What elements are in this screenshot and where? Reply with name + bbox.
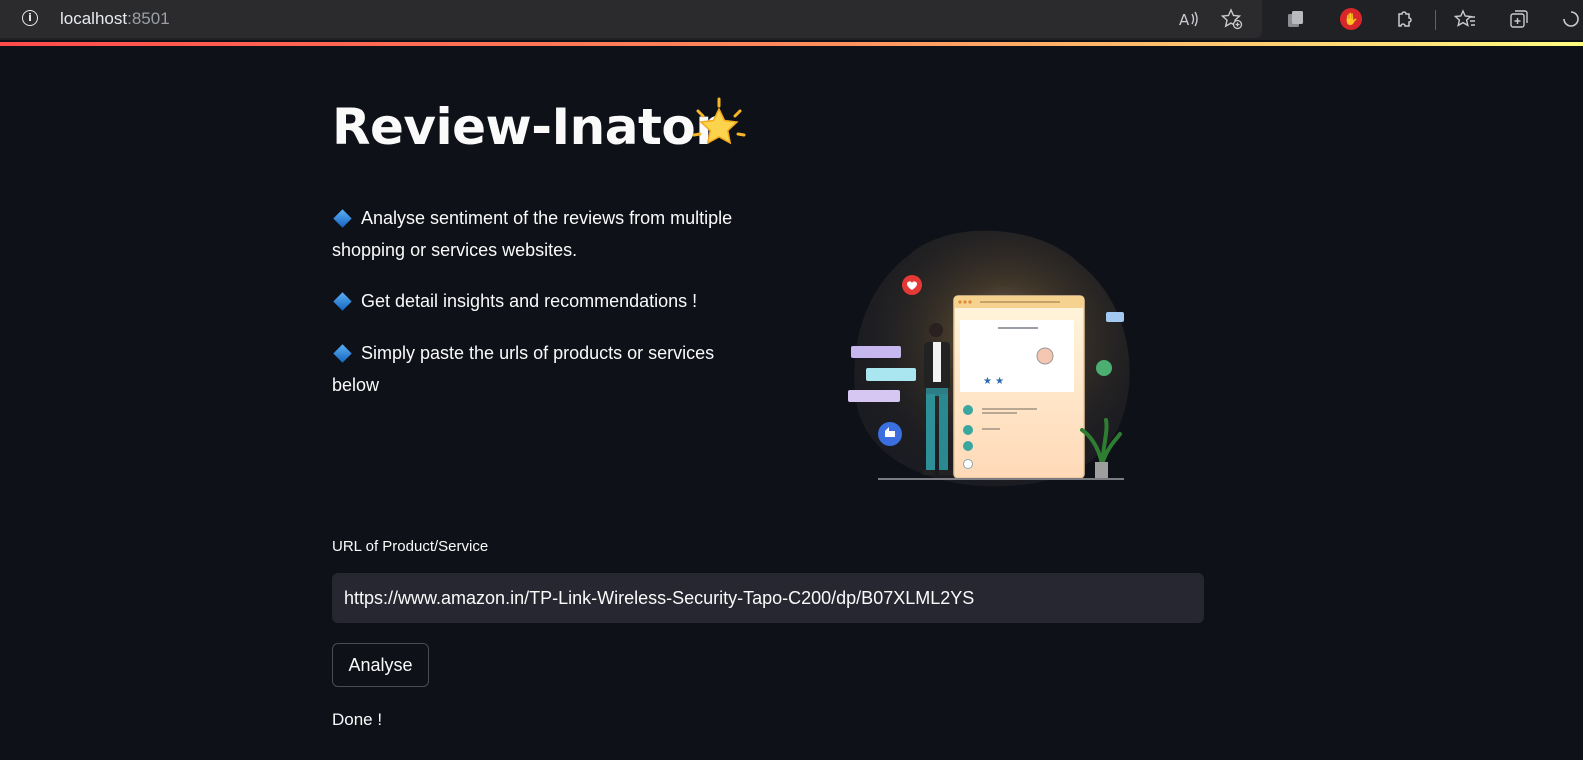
- glowing-star-icon: [692, 97, 746, 145]
- feature-item-paste-urls: Simply paste the urls of products or ser…: [332, 337, 752, 401]
- url-port: :8501: [127, 9, 170, 28]
- site-info-icon[interactable]: i: [22, 10, 38, 26]
- favorites-icon[interactable]: [1453, 8, 1476, 30]
- extensions-icon[interactable]: [1393, 8, 1415, 30]
- browser-toolbar: i localhost:8501 A ✋: [0, 0, 1583, 40]
- svg-text:★ ★: ★ ★: [983, 376, 1004, 387]
- url-input[interactable]: [332, 573, 1204, 623]
- review-illustration-image: ★ ★: [848, 230, 1130, 487]
- status-progress-line: [0, 42, 1583, 46]
- address-url[interactable]: localhost:8501: [60, 9, 170, 29]
- blue-diamond-icon: [333, 292, 352, 311]
- analyse-button[interactable]: Analyse: [332, 643, 429, 687]
- feature-item-insights: Get detail insights and recommendations …: [332, 285, 772, 317]
- svg-text:A: A: [1179, 11, 1190, 29]
- profile-sync-icon[interactable]: [1560, 8, 1580, 30]
- blue-diamond-icon: [333, 209, 352, 228]
- status-message: Done !: [332, 710, 383, 729]
- blue-diamond-icon: [333, 344, 352, 363]
- page-title: Review-Inator: [332, 98, 720, 156]
- toolbar-divider: [1435, 10, 1436, 30]
- url-host: localhost: [60, 9, 128, 28]
- collections-extension-icon[interactable]: [1284, 8, 1306, 30]
- feature-text: Simply paste the urls of products or ser…: [332, 343, 715, 395]
- add-favorite-icon[interactable]: [1220, 8, 1243, 30]
- read-aloud-icon[interactable]: A: [1177, 8, 1199, 30]
- collections-icon[interactable]: [1508, 8, 1530, 30]
- feature-text: Analyse sentiment of the reviews from mu…: [332, 208, 733, 260]
- adblock-stop-icon[interactable]: ✋: [1340, 8, 1362, 30]
- feature-item-sentiment: Analyse sentiment of the reviews from mu…: [332, 202, 772, 266]
- address-bar[interactable]: i localhost:8501 A: [0, 0, 1262, 38]
- feature-text: Get detail insights and recommendations …: [361, 291, 698, 311]
- url-field-label: URL of Product/Service: [332, 538, 489, 555]
